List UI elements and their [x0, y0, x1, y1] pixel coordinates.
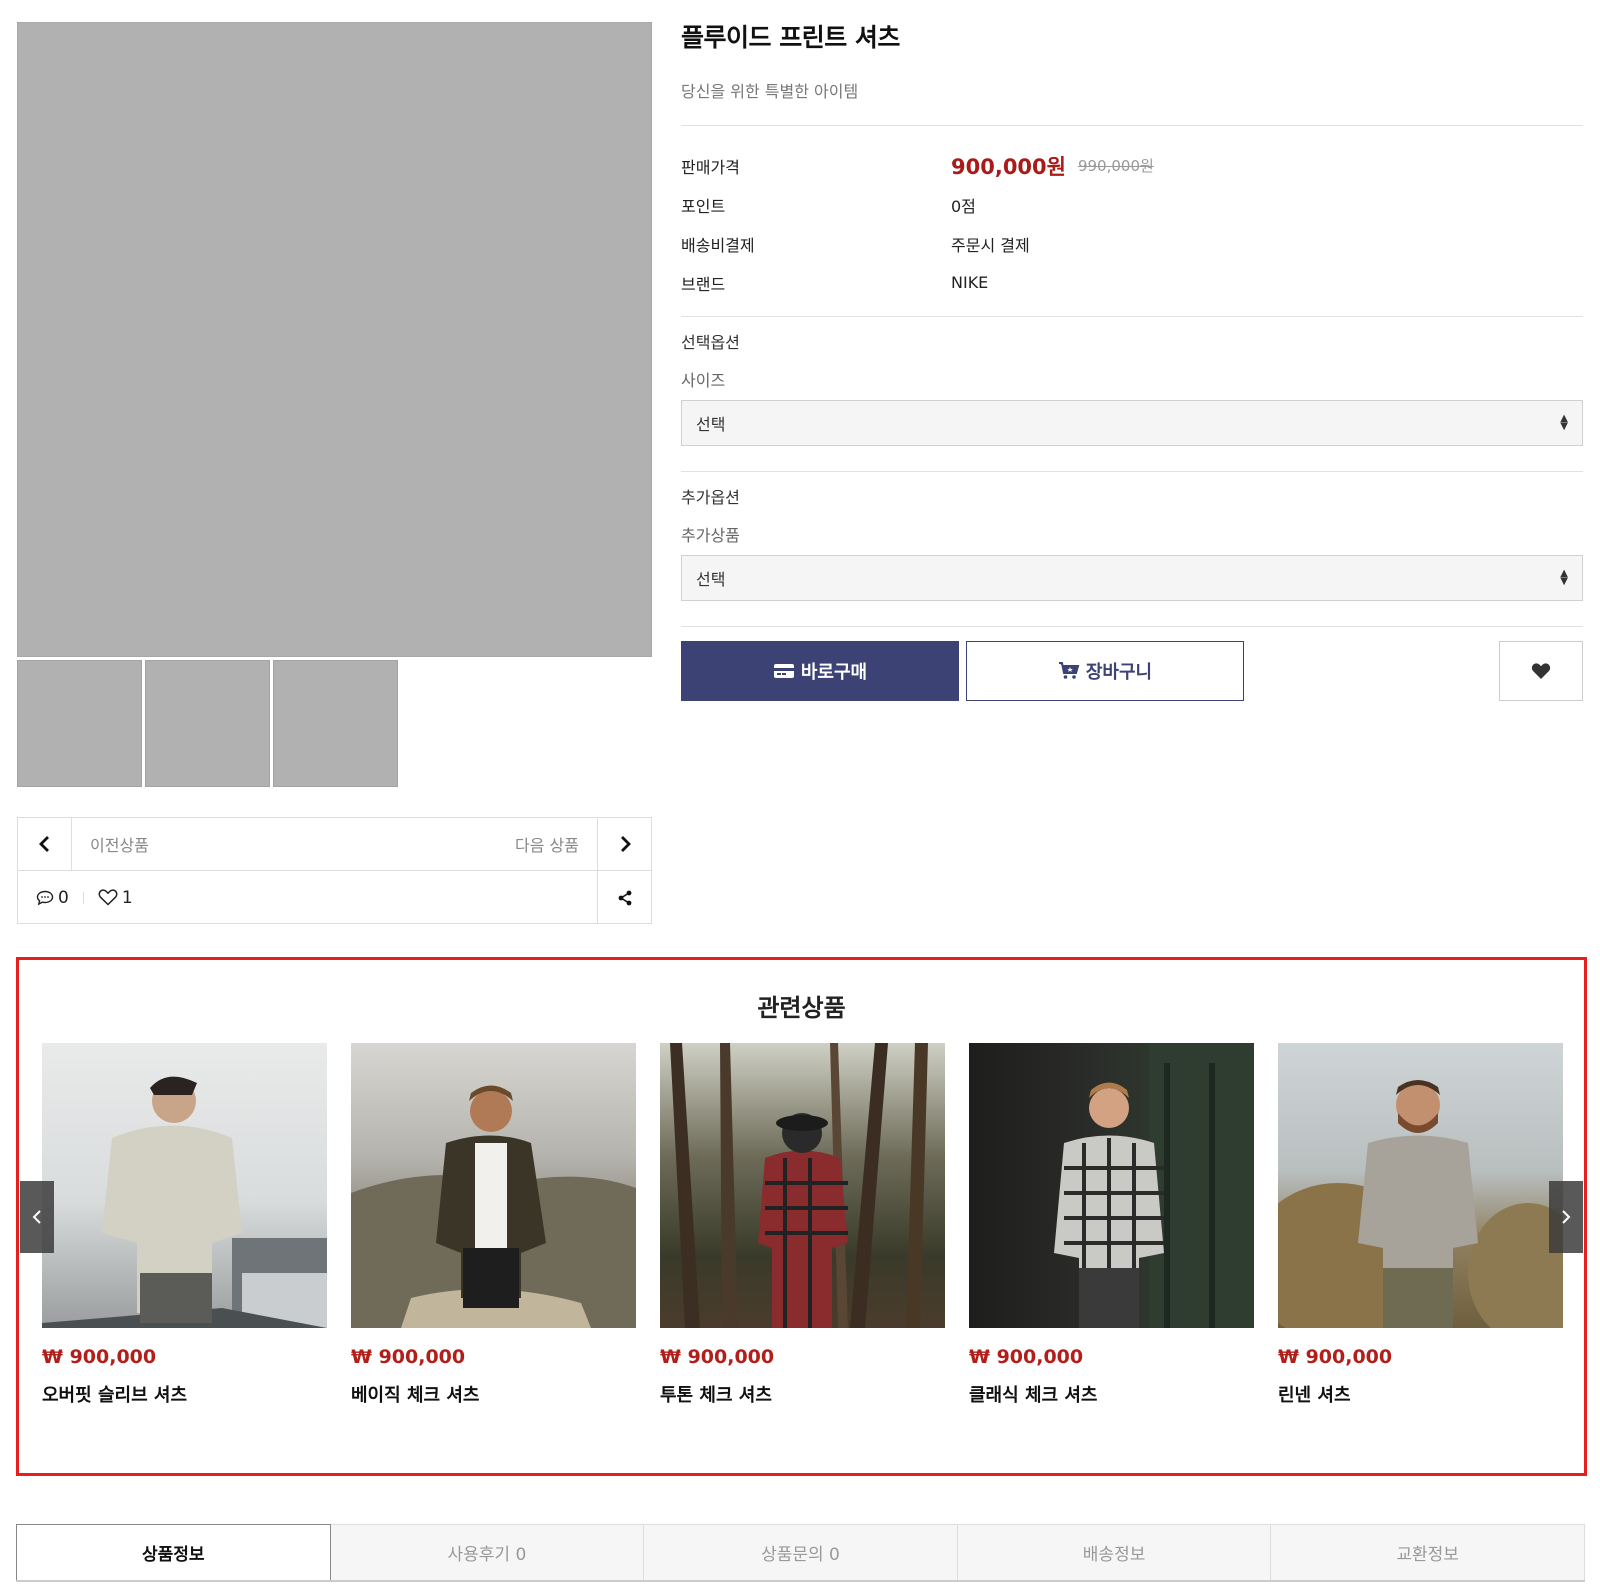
comment-icon — [36, 890, 54, 905]
tab-exchange-info[interactable]: 교환정보 — [1271, 1524, 1585, 1580]
spec-label: 포인트 — [681, 196, 726, 216]
product-price: ₩ 900,000 — [42, 1346, 157, 1368]
comment-count-value: 0 — [58, 887, 69, 908]
spec-label: 브랜드 — [681, 274, 726, 294]
cart-icon — [1058, 662, 1080, 679]
spec-value: 주문시 결제 — [951, 235, 1030, 255]
divider — [681, 316, 1583, 317]
spec-value: 0점 — [951, 196, 976, 216]
spec-row-shipping: 배송비결제 주문시 결제 — [681, 224, 1583, 263]
related-products-list: ₩ 900,000 오버핏 슬리브 셔츠 ₩ 900,000 베이직 체크 셔츠 — [42, 1043, 1563, 1407]
next-product-button[interactable] — [597, 817, 651, 871]
wishlist-button[interactable] — [1499, 641, 1583, 701]
share-icon — [618, 890, 631, 905]
like-count[interactable]: 1 — [98, 888, 133, 908]
extra-option-heading: 추가옵션 — [681, 488, 740, 507]
size-select[interactable]: 선택 ▲ ▼ — [681, 400, 1583, 446]
select-option-heading: 선택옵션 — [681, 333, 740, 352]
detail-tabs: 상품정보 사용후기 0 상품문의 0 배송정보 교환정보 — [16, 1524, 1585, 1582]
tab-reviews[interactable]: 사용후기 0 — [330, 1524, 645, 1580]
product-card[interactable]: ₩ 900,000 오버핏 슬리브 셔츠 — [42, 1043, 327, 1407]
comment-count[interactable]: 0 — [36, 888, 69, 908]
heart-icon — [1531, 663, 1551, 679]
chevron-right-icon — [1562, 1210, 1571, 1224]
product-photo — [351, 1043, 636, 1328]
product-price: ₩ 900,000 — [969, 1346, 1084, 1368]
extra-select-value: 선택 — [696, 570, 726, 589]
next-product-link[interactable]: 다음 상품 — [515, 832, 579, 856]
prev-product-link[interactable]: 이전상품 — [90, 832, 149, 856]
product-name: 린넨 셔츠 — [1278, 1385, 1351, 1406]
related-products-title: 관련상품 — [757, 994, 846, 1022]
action-buttons: 바로구매 장바구니 — [681, 641, 1583, 701]
product-price: ₩ 900,000 — [1278, 1346, 1393, 1368]
chevron-right-icon — [620, 836, 631, 852]
add-to-cart-button[interactable]: 장바구니 — [966, 641, 1244, 701]
product-info: 플루이드 프린트 셔츠 당신을 위한 특별한 아이템 판매가격 900,000원… — [681, 18, 1583, 627]
product-nav-box: 이전상품 다음 상품 0 1 — [17, 817, 652, 924]
divider — [681, 125, 1583, 126]
meta-divider — [82, 891, 84, 904]
spec-label: 판매가격 — [681, 157, 740, 177]
product-price: ₩ 900,000 — [351, 1346, 466, 1368]
prev-product-button[interactable] — [18, 817, 72, 871]
product-price: ₩ 900,000 — [660, 1346, 775, 1368]
thumbnail-3[interactable] — [273, 660, 398, 787]
original-price: 990,000원 — [1077, 157, 1154, 175]
product-card[interactable]: ₩ 900,000 투톤 체크 셔츠 — [660, 1043, 945, 1407]
extra-product-select[interactable]: 선택 ▲ ▼ — [681, 555, 1583, 601]
chevron-left-icon — [38, 836, 49, 852]
carousel-prev-button[interactable] — [20, 1181, 54, 1253]
thumbnail-2[interactable] — [145, 660, 270, 787]
thumbnail-list — [17, 660, 398, 787]
heart-outline-icon — [98, 889, 118, 906]
product-photo — [42, 1043, 327, 1328]
sale-price: 900,000원 — [951, 154, 1066, 179]
product-card[interactable]: ₩ 900,000 린넨 셔츠 — [1278, 1043, 1563, 1407]
select-arrows-icon: ▲ ▼ — [1560, 413, 1568, 432]
tab-shipping-info[interactable]: 배송정보 — [957, 1524, 1272, 1580]
product-subtitle: 당신을 위한 특별한 아이템 — [681, 82, 859, 101]
product-card[interactable]: ₩ 900,000 베이직 체크 셔츠 — [351, 1043, 636, 1407]
chevron-left-icon — [32, 1210, 41, 1224]
carousel-next-button[interactable] — [1549, 1181, 1583, 1253]
spec-row-brand: 브랜드 NIKE — [681, 263, 1583, 302]
size-select-value: 선택 — [696, 415, 726, 434]
thumbnail-1[interactable] — [17, 660, 142, 787]
main-product-image — [17, 22, 652, 657]
spec-value: NIKE — [951, 273, 989, 292]
divider — [681, 626, 1583, 627]
spec-row-points: 포인트 0점 — [681, 185, 1583, 224]
spec-row-price: 판매가격 900,000원 990,000원 — [681, 146, 1583, 185]
product-photo — [969, 1043, 1254, 1328]
product-name: 베이직 체크 셔츠 — [351, 1385, 480, 1406]
share-button[interactable] — [597, 871, 651, 924]
spec-label: 배송비결제 — [681, 235, 755, 255]
product-photo — [660, 1043, 945, 1328]
product-name: 오버핏 슬리브 셔츠 — [42, 1385, 188, 1406]
extra-product-label: 추가상품 — [681, 526, 740, 545]
size-label: 사이즈 — [681, 371, 726, 390]
product-card[interactable]: ₩ 900,000 클래식 체크 셔츠 — [969, 1043, 1254, 1407]
tab-qna[interactable]: 상품문의 0 — [644, 1524, 958, 1580]
divider — [681, 471, 1583, 472]
buy-now-label: 바로구매 — [800, 662, 868, 683]
product-photo — [1278, 1043, 1563, 1328]
product-title: 플루이드 프린트 셔츠 — [681, 23, 900, 52]
spec-table: 판매가격 900,000원 990,000원 포인트 0점 배송비결제 주문시 … — [681, 146, 1583, 302]
buy-now-button[interactable]: 바로구매 — [681, 641, 959, 701]
product-name: 클래식 체크 셔츠 — [969, 1385, 1098, 1406]
product-name: 투톤 체크 셔츠 — [660, 1385, 772, 1406]
tab-product-info[interactable]: 상품정보 — [16, 1524, 331, 1580]
add-to-cart-label: 장바구니 — [1085, 662, 1153, 683]
like-count-value: 1 — [121, 887, 133, 908]
credit-card-icon — [773, 664, 794, 678]
select-arrows-icon: ▲ ▼ — [1560, 568, 1568, 587]
related-products-section: 관련상품 ₩ 900,000 오버핏 슬리브 셔츠 ₩ 900,000 베이직 … — [16, 957, 1587, 1476]
